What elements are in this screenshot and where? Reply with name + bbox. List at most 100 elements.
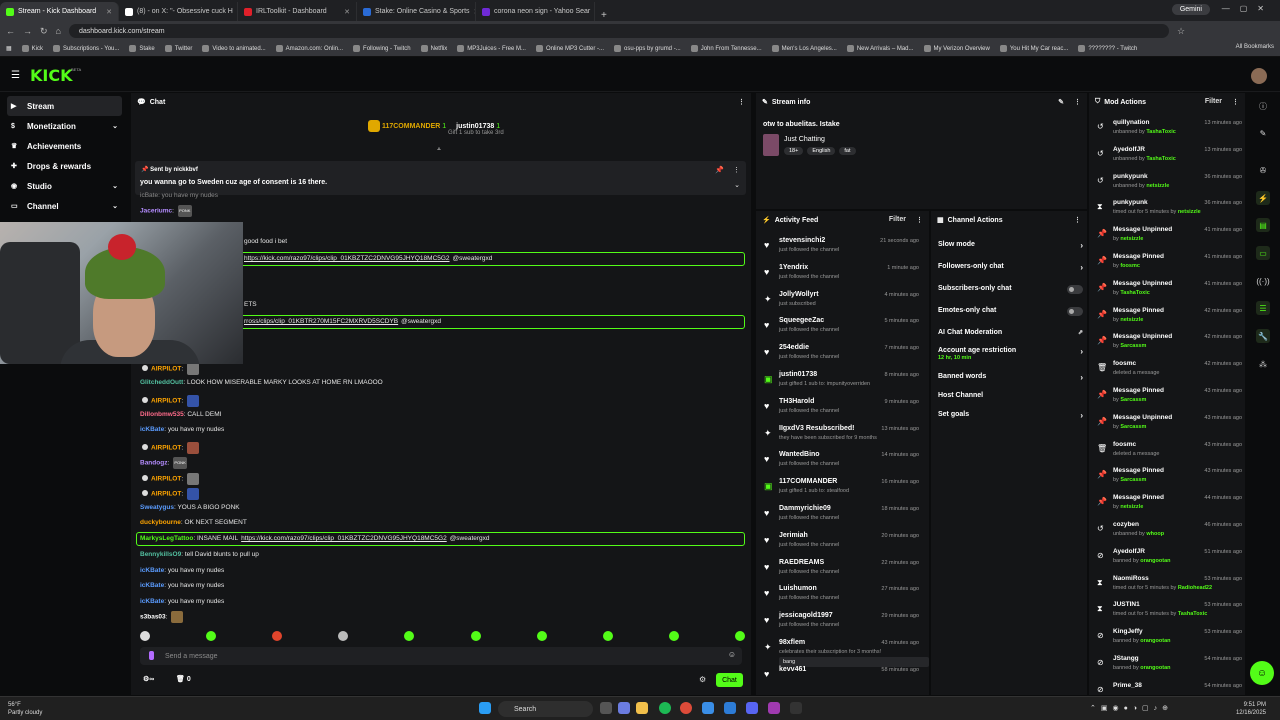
mod-action-by[interactable]: Sarcassm [1120, 477, 1146, 483]
chat-username[interactable]: BennykillsO9 [140, 551, 181, 558]
gift-counter[interactable]: 🗑 0 [176, 675, 191, 683]
mod-action-by[interactable]: orangootan [1140, 665, 1170, 671]
channel-action-banned-words[interactable]: Banned words › [938, 373, 1083, 382]
activity-username[interactable]: kevv461 [779, 666, 806, 673]
mod-action-by[interactable]: Radiohead22 [1178, 585, 1212, 591]
emote-icon[interactable] [272, 631, 283, 641]
gift-top1[interactable]: 117COMMANDER [382, 123, 440, 130]
chat-username[interactable]: AIRPILOT [151, 476, 181, 483]
emote-icon[interactable] [338, 631, 349, 641]
list-icon[interactable]: ☰ [1256, 301, 1270, 315]
sidebar-item-achievements[interactable]: ♛ Achievements [7, 136, 122, 156]
emoji-icon[interactable]: ☺ [728, 650, 736, 659]
bookmark-item[interactable]: John From Tennesse... [690, 45, 762, 52]
activity-username[interactable]: SqueegeeZac [779, 317, 824, 324]
mod-action-by[interactable]: netsizzle [1120, 236, 1143, 242]
mod-action-by[interactable]: netsizzle [1178, 209, 1201, 215]
toggle-switch[interactable] [1067, 285, 1083, 294]
window-controls[interactable]: —▢✕ [1222, 4, 1274, 13]
activity-username[interactable]: jessicagold1997 [779, 612, 833, 619]
clip-link[interactable]: https://kick.com/razo97/clips/clip_01KBZ… [241, 535, 447, 542]
forward-icon[interactable]: → [23, 26, 32, 36]
chat-username[interactable]: s3bas03 [140, 614, 166, 621]
lightning-icon[interactable]: ⚡ [1256, 191, 1270, 205]
pencil-icon[interactable]: ✎ [1256, 126, 1270, 140]
mod-action-user[interactable]: AyedolfJR [1113, 146, 1145, 153]
chat-username[interactable]: AIRPILOT [151, 366, 181, 373]
app-icon[interactable] [702, 702, 714, 714]
browser-tab[interactable]: Stream - Kick Dashboard ✕ [0, 2, 119, 21]
pinned-sender[interactable]: nickkbvf [174, 167, 198, 173]
bookmark-item[interactable]: My Verizon Overview [923, 45, 990, 52]
mod-action-user[interactable]: Message Pinned [1113, 494, 1164, 501]
mod-action-by[interactable]: foosmc [1120, 263, 1140, 269]
sidebar-item-stream[interactable]: ▶ Stream [7, 96, 122, 116]
channel-action-ai-chat-moderation[interactable]: AI Chat Moderation ⇗ [938, 329, 1083, 336]
reload-icon[interactable]: ↻ [40, 26, 48, 37]
gift-top2[interactable]: justin01738 [456, 123, 494, 130]
emote-icon[interactable] [602, 631, 613, 641]
edit-icon[interactable]: ✎ [1058, 98, 1064, 106]
activity-username[interactable]: 254eddie [779, 344, 809, 351]
bookmark-item[interactable]: MP3Juices - Free M... [457, 45, 526, 52]
mod-action-by[interactable]: netsizzle [1120, 504, 1143, 510]
mod-action-user[interactable]: KingJeffy [1113, 628, 1143, 635]
mod-action-by[interactable]: TashaToxic [1178, 611, 1207, 617]
sidebar-item-channel[interactable]: ▭ Channel ⌄ [7, 196, 122, 216]
chat-username[interactable]: AIRPILOT [151, 491, 181, 498]
mod-filter[interactable]: Filter [1205, 98, 1222, 106]
chat-username[interactable]: icKBate [140, 582, 164, 589]
chat-username[interactable]: AIRPILOT [151, 398, 181, 405]
capcut-icon[interactable] [790, 702, 802, 714]
mod-action-user[interactable]: Message Unpinned [1113, 226, 1172, 233]
all-bookmarks[interactable]: All Bookmarks [1236, 44, 1274, 50]
browser-tab[interactable]: Stake: Online Casino & Sports✕ [357, 2, 476, 21]
gemini-button[interactable]: Gemini [1171, 4, 1210, 15]
chat-username[interactable]: icKBate [140, 426, 164, 433]
clip-link[interactable]: rross/clips/clip_01KBTR270M15FC2MXRVD5SC… [244, 318, 398, 325]
mod-action-by[interactable]: TashaToxic [1146, 156, 1175, 162]
mod-action-user[interactable]: punkypunk [1113, 173, 1148, 180]
toggle-switch[interactable] [1067, 307, 1083, 316]
mod-action-user[interactable]: foosmc [1113, 360, 1136, 367]
mod-action-user[interactable]: foosmc [1113, 441, 1136, 448]
mod-action-user[interactable]: JStangg [1113, 655, 1139, 662]
channel-action-slow-mode[interactable]: Slow mode › [938, 241, 1083, 250]
activity-username[interactable]: 1Yendrix [779, 264, 808, 271]
channel-action-set-goals[interactable]: Set goals › [938, 411, 1083, 420]
chat-username[interactable]: duckybourne [140, 519, 181, 526]
info-icon[interactable]: ⓘ [1256, 99, 1270, 113]
sidebar-item-studio[interactable]: ◉ Studio ⌄ [7, 176, 122, 196]
home-icon[interactable]: ⌂ [56, 26, 61, 36]
channel-action-account-age-restriction[interactable]: Account age restriction › 12 hr, 10 min [938, 347, 1083, 361]
wrench-icon[interactable]: 🔧 [1256, 329, 1270, 343]
more-icon[interactable]: ⋮ [738, 98, 745, 106]
mod-action-user[interactable]: NaomiRoss [1113, 575, 1149, 582]
activity-username[interactable]: stevensinchi2 [779, 237, 825, 244]
activity-username[interactable]: justin01738 [779, 371, 817, 378]
mod-action-by[interactable]: Sarcassm [1120, 424, 1146, 430]
bookmark-item[interactable]: Men's Los Angeles... [771, 45, 837, 52]
chat-username[interactable]: icKBate [140, 567, 164, 574]
bookmark-item[interactable]: ???????? - Twitch [1078, 45, 1137, 52]
viewer-settings[interactable]: ⚙∞ [143, 675, 154, 683]
bookmark-item[interactable]: Twitter [164, 45, 192, 52]
channel-action-subscribers-only-chat[interactable]: Subscribers-only chat [938, 285, 1083, 294]
kick-logo[interactable]: KICK [30, 66, 73, 85]
channel-actions-more-icon[interactable]: ⋮ [1074, 216, 1081, 224]
taskbar-search[interactable]: Search [498, 701, 593, 717]
chat-username[interactable]: Sweatygus [140, 504, 174, 511]
mod-action-user[interactable]: JUSTIN1 [1113, 601, 1140, 608]
bookmark-star-icon[interactable]: ☆ [1177, 26, 1185, 37]
bookmark-item[interactable]: Amazon.com: Onlin... [275, 45, 343, 52]
mod-action-user[interactable]: Message Pinned [1113, 387, 1164, 394]
external-link-icon[interactable]: ⇗ [1078, 329, 1083, 336]
browser-tab[interactable]: corona neon sign - Yahoo Sear✕ [476, 2, 595, 21]
explorer-icon[interactable] [636, 702, 648, 714]
bookmark-item[interactable]: Stake [129, 45, 155, 52]
mod-action-by[interactable]: Sarcassm [1120, 397, 1146, 403]
activity-username[interactable]: IIgxdV3 Resubscribed! [779, 425, 854, 432]
mod-action-user[interactable]: Message Unpinned [1113, 333, 1172, 340]
emote-icon[interactable] [404, 631, 415, 641]
collapse-icon[interactable]: ⩡ [437, 146, 441, 154]
